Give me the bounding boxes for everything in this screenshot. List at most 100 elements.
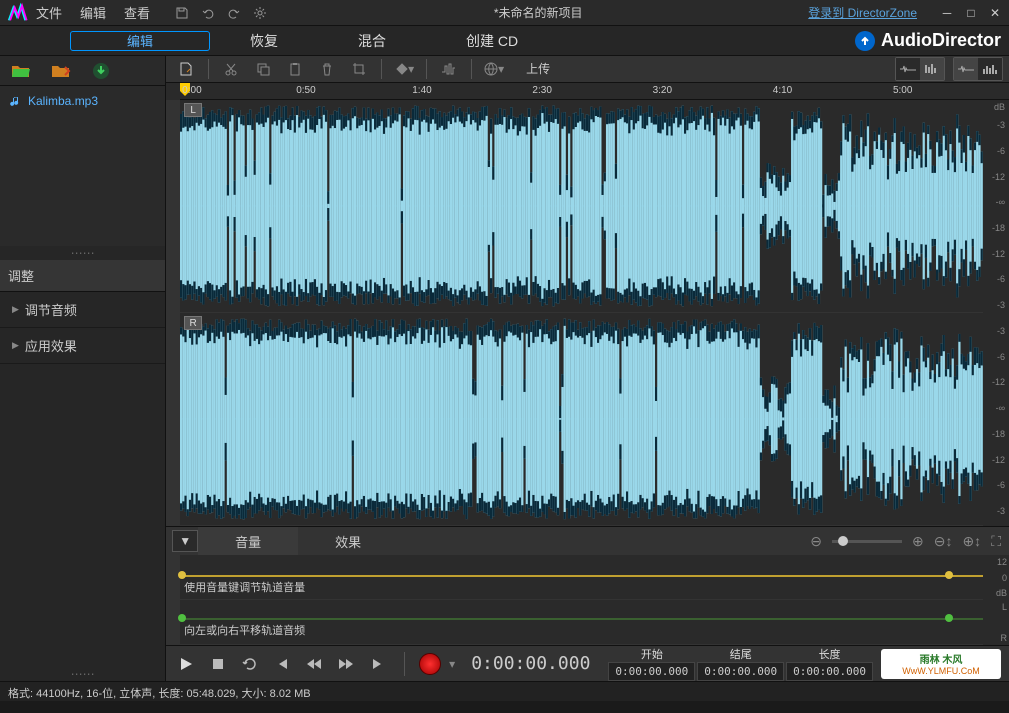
db-scale: dB -3-6-12-∞-18-12-6-3 -3-6-12-∞-18-12-6… bbox=[983, 100, 1009, 526]
download-icon[interactable] bbox=[90, 60, 112, 82]
mode-cd[interactable]: 创建 CD bbox=[466, 31, 518, 51]
ruler-tick: 3:20 bbox=[653, 85, 672, 96]
brand: AudioDirector bbox=[855, 30, 1001, 51]
edit-mode-button[interactable]: 编辑 bbox=[70, 31, 210, 51]
mode-bar: 编辑 恢复 混合 创建 CD AudioDirector bbox=[0, 26, 1009, 56]
sidebar: Kalimba.mp3 ⋯⋯ 调整 调节音频 应用效果 ⋯⋯ bbox=[0, 56, 166, 681]
stop-button[interactable] bbox=[206, 652, 230, 676]
fit-icon[interactable]: ⛶ bbox=[991, 533, 1001, 550]
tool-export-icon[interactable] bbox=[172, 57, 200, 81]
view-wave-spec-icon[interactable] bbox=[920, 58, 944, 80]
ruler-tick: 0:50 bbox=[296, 85, 315, 96]
status-bar: 格式: 44100Hz, 16-位, 立体声, 长度: 05:48.029, 大… bbox=[0, 681, 1009, 701]
time-ruler[interactable]: 0:00 0:50 1:40 2:30 3:20 4:10 5:00 bbox=[180, 83, 1009, 101]
split-handle-bottom[interactable]: ⋯⋯ bbox=[0, 667, 165, 681]
length-value[interactable]: 0:00:00.000 bbox=[786, 662, 873, 681]
rewind-button[interactable] bbox=[302, 652, 326, 676]
zoom-in-h-icon[interactable]: ⊕ bbox=[912, 533, 924, 550]
view-spectrum-icon[interactable] bbox=[978, 58, 1002, 80]
settings-icon[interactable] bbox=[252, 5, 268, 21]
split-handle[interactable]: ⋯⋯ bbox=[0, 246, 165, 260]
waveform-area: L R dB -3-6-12-∞-18-12-6-3 -3 bbox=[166, 100, 1009, 526]
length-label: 长度 bbox=[786, 646, 873, 662]
cut-icon[interactable] bbox=[217, 57, 245, 81]
project-title: *未命名的新项目 bbox=[268, 4, 808, 21]
delete-icon[interactable] bbox=[313, 57, 341, 81]
volume-envelope-label: 使用音量键调节轨道音量 bbox=[184, 579, 305, 595]
adjust-fx-item[interactable]: 应用效果 bbox=[0, 328, 165, 364]
channel-left-label: L bbox=[184, 103, 202, 117]
control-strip: ▼ 音量 效果 ⊖ ⊕ ⊖↕ ⊕↕ ⛶ bbox=[166, 526, 1009, 555]
view-single-icon[interactable] bbox=[954, 58, 978, 80]
file-name: Kalimba.mp3 bbox=[28, 94, 98, 108]
channel-left[interactable]: L bbox=[180, 100, 983, 313]
menu-file[interactable]: 文件 bbox=[36, 3, 62, 22]
edit-toolbar: ▾ ▾ 上传 bbox=[166, 56, 1009, 83]
zoom-out-h-icon[interactable]: ⊖ bbox=[810, 533, 822, 550]
channel-right[interactable]: R bbox=[180, 313, 983, 526]
music-note-icon bbox=[10, 95, 22, 107]
menu-edit[interactable]: 编辑 bbox=[80, 3, 106, 22]
workspace: ▾ ▾ 上传 0:00 0:50 1:40 2:30 bbox=[166, 56, 1009, 681]
volume-envelope-lane[interactable]: 使用音量键调节轨道音量 bbox=[180, 555, 983, 600]
brand-upload-icon bbox=[855, 31, 875, 51]
next-button[interactable] bbox=[366, 652, 390, 676]
zoom-out-v-icon[interactable]: ⊖↕ bbox=[934, 533, 953, 550]
menu-view[interactable]: 查看 bbox=[124, 3, 150, 22]
pan-envelope-lane[interactable]: 向左或向右平移轨道音频 bbox=[180, 600, 983, 645]
time-display: 0:00:00.000 bbox=[471, 653, 590, 674]
strip-menu-button[interactable]: ▼ bbox=[172, 530, 198, 552]
upload-button[interactable]: 上传 bbox=[512, 58, 564, 80]
mode-restore[interactable]: 恢复 bbox=[250, 31, 278, 51]
watermark: 雨林 木风 WwW.YLMFU.CoM bbox=[881, 649, 1001, 679]
close-button[interactable]: ✕ bbox=[987, 6, 1003, 20]
app-logo-icon bbox=[6, 2, 28, 24]
quick-tools bbox=[174, 5, 268, 21]
file-list: Kalimba.mp3 bbox=[0, 86, 165, 246]
save-icon[interactable] bbox=[174, 5, 190, 21]
maximize-button[interactable]: □ bbox=[963, 6, 979, 20]
zoom-in-v-icon[interactable]: ⊕↕ bbox=[962, 533, 981, 550]
share-icon[interactable]: ▾ bbox=[480, 57, 508, 81]
start-label: 开始 bbox=[608, 646, 695, 662]
envelope-area: 使用音量键调节轨道音量 向左或向右平移轨道音频 120dB LR bbox=[166, 555, 1009, 645]
strip-tab-fx[interactable]: 效果 bbox=[298, 527, 398, 555]
crop-icon[interactable] bbox=[345, 57, 373, 81]
start-value[interactable]: 0:00:00.000 bbox=[608, 662, 695, 681]
prev-button[interactable] bbox=[270, 652, 294, 676]
loop-button[interactable] bbox=[238, 652, 262, 676]
ruler-tick: 0:00 bbox=[182, 85, 201, 96]
mode-mix[interactable]: 混合 bbox=[358, 31, 386, 51]
import-icon[interactable] bbox=[50, 60, 72, 82]
view-toggles bbox=[895, 57, 1003, 81]
undo-icon[interactable] bbox=[200, 5, 216, 21]
record-button[interactable] bbox=[419, 653, 441, 675]
redo-icon[interactable] bbox=[226, 5, 242, 21]
pan-envelope-label: 向左或向右平移轨道音频 bbox=[184, 622, 305, 638]
ruler-tick: 5:00 bbox=[893, 85, 912, 96]
adjust-tune-item[interactable]: 调节音频 bbox=[0, 292, 165, 328]
fill-icon[interactable]: ▾ bbox=[390, 57, 418, 81]
minimize-button[interactable]: ─ bbox=[939, 6, 955, 20]
zoom-slider[interactable] bbox=[832, 540, 902, 543]
end-value[interactable]: 0:00:00.000 bbox=[697, 662, 784, 681]
wave-vscroll[interactable] bbox=[166, 100, 180, 526]
title-bar: 文件 编辑 查看 *未命名的新项目 登录到 DirectorZone ─ □ ✕ bbox=[0, 0, 1009, 26]
ruler-tick: 4:10 bbox=[773, 85, 792, 96]
copy-icon[interactable] bbox=[249, 57, 277, 81]
paste-icon[interactable] bbox=[281, 57, 309, 81]
ruler-tick: 1:40 bbox=[412, 85, 431, 96]
transport-bar: ▾ 0:00:00.000 开始0:00:00.000 结尾0:00:00.00… bbox=[166, 645, 1009, 681]
ruler-tick: 2:30 bbox=[532, 85, 551, 96]
view-wave-both-icon[interactable] bbox=[896, 58, 920, 80]
forward-button[interactable] bbox=[334, 652, 358, 676]
envelope-scale: 120dB LR bbox=[983, 555, 1009, 645]
silence-icon[interactable] bbox=[435, 57, 463, 81]
play-button[interactable] bbox=[174, 652, 198, 676]
open-folder-icon[interactable] bbox=[10, 60, 32, 82]
menu-bar: 文件 编辑 查看 bbox=[36, 3, 150, 22]
login-link[interactable]: 登录到 DirectorZone bbox=[808, 4, 917, 21]
end-label: 结尾 bbox=[697, 646, 784, 662]
file-item[interactable]: Kalimba.mp3 bbox=[10, 94, 155, 108]
strip-tab-volume[interactable]: 音量 bbox=[198, 527, 298, 555]
